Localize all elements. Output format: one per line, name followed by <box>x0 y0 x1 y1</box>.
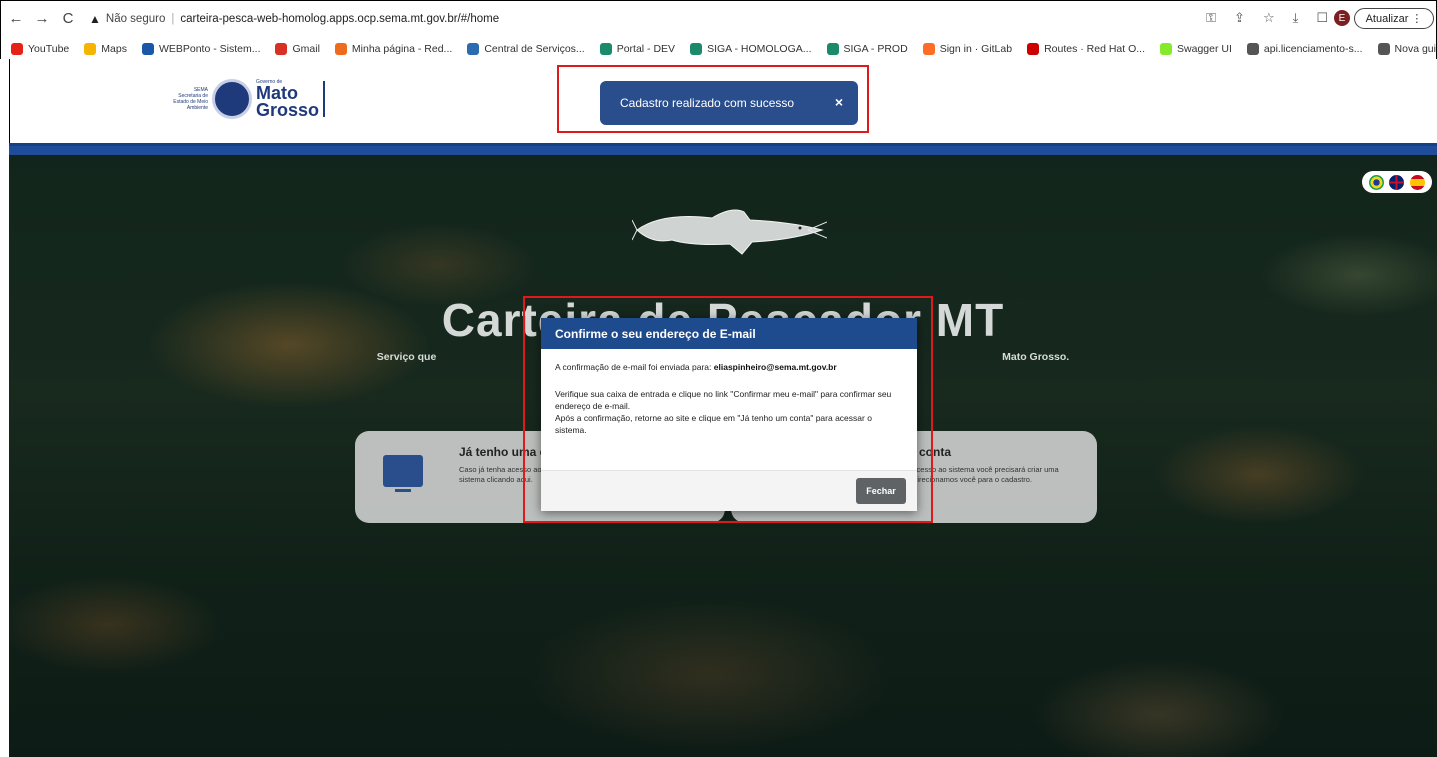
bookmark-item[interactable]: WEBPonto - Sistem... <box>141 43 261 55</box>
bookmark-item[interactable]: Minha página - Red... <box>334 43 453 55</box>
monitor-icon <box>383 455 423 492</box>
bookmark-item[interactable]: SIGA - HOMOLOGA... <box>690 43 812 55</box>
bookmark-item[interactable]: Sign in · GitLab <box>922 43 1013 55</box>
bookmark-favicon-icon <box>141 43 154 55</box>
bookmark-label: SIGA - PROD <box>843 43 908 55</box>
email-address: eliaspinheiro@sema.mt.gov.br <box>713 362 837 372</box>
bookmark-favicon-icon <box>334 43 347 55</box>
close-button[interactable]: Fechar <box>856 478 906 504</box>
back-button[interactable]: ← <box>5 7 27 29</box>
bookmark-label: Nova guia <box>1394 43 1436 55</box>
bookmark-label: Portal - DEV <box>616 43 676 55</box>
bookmark-favicon-icon <box>1246 43 1259 55</box>
return-text: Após a confirmação, retorne ao site e cl… <box>555 413 872 435</box>
toast-close-icon[interactable]: × <box>835 94 843 110</box>
sema-text: SEMA Secretaria de Estado de Meio Ambien… <box>173 87 208 111</box>
warning-icon[interactable]: ▲ <box>89 12 101 26</box>
email-sent-text: A confirmação de e-mail foi enviada para… <box>555 361 903 373</box>
bookmark-favicon-icon <box>922 43 935 55</box>
email-confirmation-modal: Confirme o seu endereço de E-mail A conf… <box>541 318 917 511</box>
url-text[interactable]: carteira-pesca-web-homolog.apps.ocp.sema… <box>180 13 499 25</box>
bookmark-favicon-icon <box>826 43 839 55</box>
bookmark-item[interactable]: Gmail <box>275 43 320 55</box>
forward-button[interactable]: → <box>31 7 53 29</box>
sema-logo[interactable]: SEMA Secretaria de Estado de Meio Ambien… <box>170 79 326 119</box>
bookmark-favicon-icon <box>1160 43 1173 55</box>
address-bar[interactable]: ▲ Não seguro | carteira-pesca-web-homolo… <box>89 8 1374 30</box>
email-sent-prefix: A confirmação de e-mail foi enviada para… <box>555 362 714 372</box>
bookmark-label: Gmail <box>292 43 320 55</box>
bookmark-label: Minha página - Red... <box>351 43 453 55</box>
share-icon[interactable]: ⇪ <box>1234 10 1245 26</box>
hero-subtitle-left: Serviço que <box>376 351 440 363</box>
success-toast: Cadastro realizado com sucesso × <box>600 81 858 125</box>
bookmark-label: WEBPonto - Sistem... <box>158 43 261 55</box>
security-status[interactable]: Não seguro <box>106 13 165 25</box>
bookmark-label: Swagger UI <box>1177 43 1232 55</box>
bookmark-label: Central de Serviços... <box>484 43 585 55</box>
check-inbox-text: Verifique sua caixa de entrada e clique … <box>555 389 892 411</box>
mato-grosso-logo: Governo de Mato Grosso <box>256 79 319 119</box>
bookmark-label: SIGA - HOMOLOGA... <box>707 43 812 55</box>
bookmark-item[interactable]: Central de Serviços... <box>467 43 585 55</box>
bookmark-item[interactable]: Routes · Red Hat O... <box>1027 43 1145 55</box>
address-row: ← → C ▲ Não seguro | carteira-pesca-web-… <box>1 1 1436 35</box>
header-band <box>9 143 1437 155</box>
bookmark-favicon-icon <box>690 43 703 55</box>
star-icon[interactable]: ☆ <box>1263 10 1275 26</box>
bookmark-label: Maps <box>101 43 127 55</box>
language-selector <box>1362 171 1432 193</box>
bookmark-favicon-icon <box>275 43 288 55</box>
bookmark-label: Sign in · GitLab <box>939 43 1013 55</box>
key-icon[interactable]: ⚿ <box>1206 10 1216 26</box>
bookmark-item[interactable]: Swagger UI <box>1160 43 1232 55</box>
bookmark-item[interactable]: Portal - DEV <box>599 43 676 55</box>
bookmarks-bar: YouTube Maps WEBPonto - Sistem... Gmail Minh… <box>1 39 1436 59</box>
toast-message: Cadastro realizado com sucesso <box>620 96 795 110</box>
bookmark-item[interactable]: Nova guia <box>1377 43 1436 55</box>
bookmark-favicon-icon <box>11 43 23 55</box>
bookmark-item[interactable]: Maps <box>84 43 127 55</box>
spain-flag-icon[interactable] <box>1410 174 1426 190</box>
bookmark-favicon-icon <box>1027 43 1040 55</box>
profile-avatar[interactable]: E <box>1334 10 1350 26</box>
grosso-label: Grosso <box>256 100 320 120</box>
modal-body: A confirmação de e-mail foi enviada para… <box>541 349 917 436</box>
uk-flag-icon[interactable] <box>1389 174 1405 190</box>
bookmark-favicon-icon <box>599 43 612 55</box>
update-label: Atualizar <box>1365 12 1409 25</box>
bookmark-label: Routes · Red Hat O... <box>1044 43 1146 55</box>
brazil-flag-icon[interactable] <box>1368 174 1384 190</box>
logo-divider <box>323 81 326 117</box>
sidebar-icon[interactable]: ☐ <box>1316 10 1328 26</box>
bookmark-favicon-icon <box>1377 43 1390 55</box>
seal-icon <box>212 79 252 119</box>
toolbar-icons: ⚿ ⇪ ☆ ⤓ ☐ <box>1206 10 1328 26</box>
modal-footer: Fechar <box>541 470 917 511</box>
bookmark-label: YouTube <box>28 43 70 55</box>
bookmark-favicon-icon <box>467 43 480 55</box>
reload-button[interactable]: C <box>57 7 79 29</box>
catfish-illustration <box>632 209 827 255</box>
update-button[interactable]: Atualizar ⋮ <box>1354 8 1434 29</box>
modal-title: Confirme o seu endereço de E-mail <box>541 318 917 349</box>
bookmark-item[interactable]: SIGA - PROD <box>826 43 908 55</box>
bookmark-label: api.licenciamento-s... <box>1263 43 1363 55</box>
bookmark-favicon-icon <box>84 43 97 55</box>
browser-chrome: ← → C ▲ Não seguro | carteira-pesca-web-… <box>0 0 1437 59</box>
bookmark-item[interactable]: YouTube <box>11 43 69 55</box>
address-separator: | <box>171 13 175 25</box>
hero-subtitle-right: Mato Grosso. <box>999 351 1070 363</box>
bookmark-item[interactable]: api.licenciamento-s... <box>1246 43 1363 55</box>
download-icon[interactable]: ⤓ <box>1293 10 1299 26</box>
